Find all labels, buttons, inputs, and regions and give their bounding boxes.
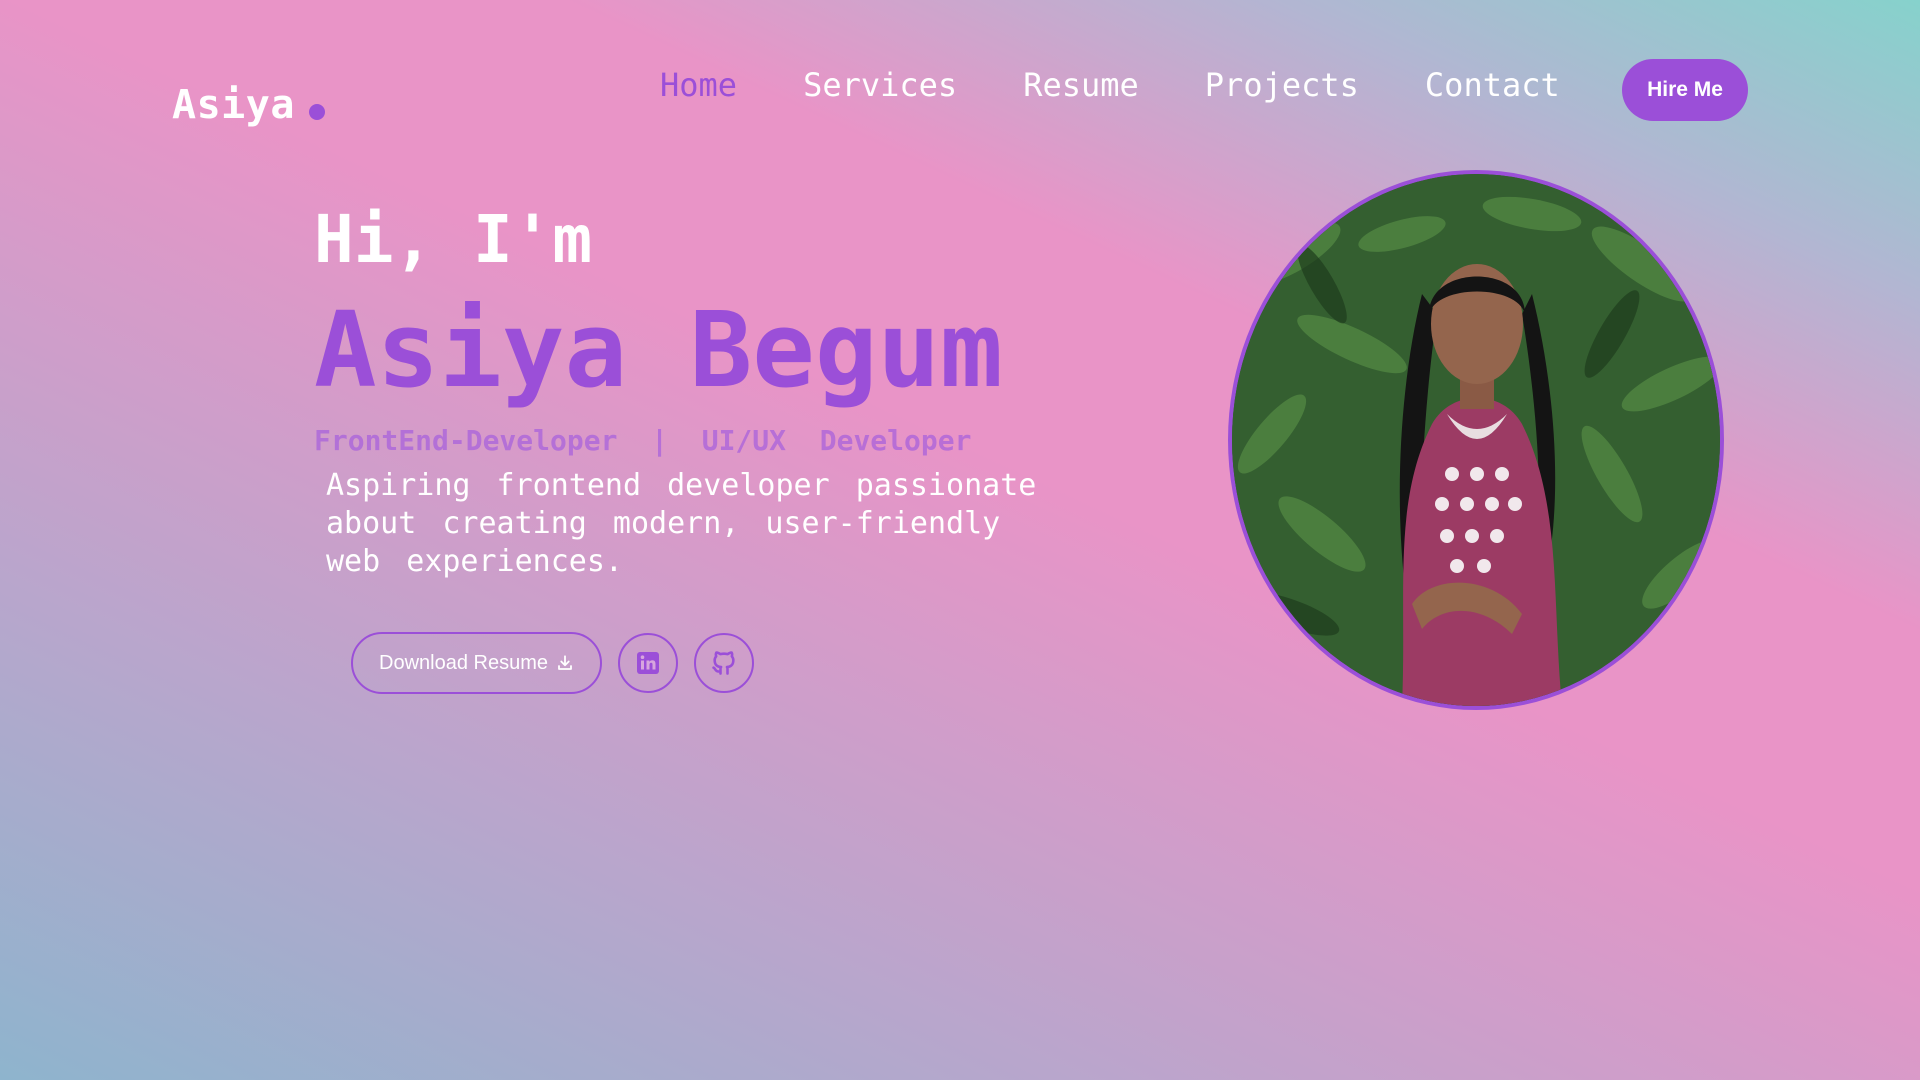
hire-me-button[interactable]: Hire Me xyxy=(1622,59,1748,121)
hero-actions: Download Resume xyxy=(351,632,754,694)
nav-projects-link[interactable]: Projects xyxy=(1205,66,1359,104)
hero-description: Aspiring frontend developer passionate a… xyxy=(326,468,1037,579)
main-nav: Home Services Resume Projects Contact xyxy=(660,66,1626,104)
github-button[interactable] xyxy=(693,633,754,693)
logo-dot xyxy=(308,104,325,120)
nav-resume-link[interactable]: Resume xyxy=(1023,66,1139,104)
download-resume-label: Download Resume xyxy=(379,651,548,674)
logo-text: Asiya xyxy=(172,82,295,128)
nav-services-link[interactable]: Services xyxy=(803,66,957,104)
profile-photo xyxy=(1228,170,1724,710)
linkedin-button[interactable] xyxy=(617,633,678,693)
logo[interactable]: Asiya xyxy=(172,82,325,128)
download-resume-button[interactable]: Download Resume xyxy=(351,632,602,694)
nav-contact-link[interactable]: Contact xyxy=(1425,66,1560,104)
linkedin-icon xyxy=(636,652,659,674)
github-icon xyxy=(712,651,735,675)
hero-role: FrontEnd-Developer | UI/UX Developer xyxy=(314,424,972,457)
download-icon xyxy=(558,655,572,670)
hero-section: Hi, I'm Asiya Begum FrontEnd-Developer |… xyxy=(314,200,1066,611)
nav-home-link[interactable]: Home xyxy=(660,66,737,104)
hero-greeting: Hi, I'm xyxy=(314,201,593,278)
hero-name: Asiya Begum xyxy=(314,289,1003,411)
